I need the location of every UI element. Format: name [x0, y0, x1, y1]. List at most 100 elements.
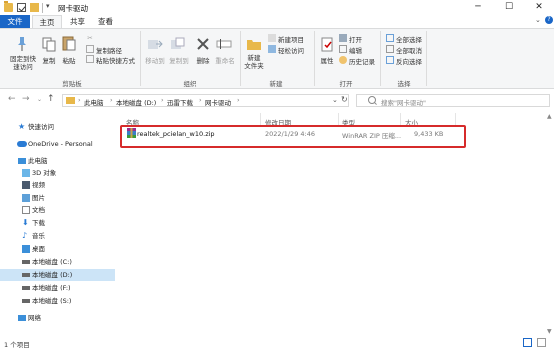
properties-button[interactable]: 属性 [318, 55, 336, 65]
sidebar-item-this-pc[interactable]: 此电脑 [0, 155, 115, 167]
open-icon [339, 34, 347, 42]
sidebar-item-disk-d[interactable]: 本地磁盘 (D:) [0, 269, 115, 281]
invert-selection-icon [386, 56, 394, 64]
sidebar-label: 视频 [32, 181, 45, 189]
document-icon [22, 206, 30, 214]
sidebar-label: 本地磁盘 (D:) [32, 271, 73, 279]
chevron-right-icon: › [237, 96, 240, 104]
sidebar-item-videos[interactable]: 视频 [0, 179, 115, 191]
paste-shortcut-button[interactable]: 粘贴快捷方式 [96, 55, 135, 65]
sidebar-item-music[interactable]: ♪ 音乐 [0, 230, 115, 242]
tab-view[interactable]: 查看 [98, 15, 113, 28]
new-item-icon [268, 34, 276, 42]
group-label-organize: 组织 [183, 80, 197, 88]
sidebar-item-network[interactable]: 网络 [0, 312, 115, 324]
video-icon [22, 181, 30, 189]
sidebar-item-pictures[interactable]: 图片 [0, 192, 115, 204]
sidebar-label: 3D 对象 [32, 169, 57, 177]
network-icon [18, 315, 26, 321]
select-none-icon [386, 45, 394, 53]
paste-shortcut-icon [86, 55, 94, 63]
details-view-icon[interactable] [523, 338, 532, 347]
divider [426, 31, 427, 86]
chevron-up-icon[interactable]: ▲ [547, 113, 552, 120]
refresh-icon[interactable]: ↻ [341, 95, 348, 104]
group-label-select: 选择 [397, 80, 411, 88]
chevron-right-icon: › [199, 96, 202, 104]
large-icons-view-icon[interactable] [537, 338, 546, 347]
sidebar-item-downloads[interactable]: ⬇ 下载 [0, 217, 115, 229]
delete-icon [197, 38, 209, 50]
file-name[interactable]: realtek_pcielan_w10.zip [137, 130, 215, 138]
sidebar-item-disk-c[interactable]: 本地磁盘 (C:) [0, 256, 115, 268]
forward-button[interactable]: → [22, 94, 30, 104]
maximize-button[interactable]: ☐ [494, 0, 524, 15]
properties-check-icon[interactable] [17, 3, 26, 12]
chevron-down-icon[interactable]: ▼ [547, 328, 552, 335]
breadcrumb-disk-d[interactable]: 本地磁盘 (D:) [116, 97, 156, 107]
select-none-button[interactable]: 全部取消 [396, 45, 422, 55]
file-date: 2022/1/29 4:46 [265, 130, 315, 138]
tab-share[interactable]: 共享 [70, 15, 85, 28]
chevron-down-icon[interactable]: ⌄ [535, 16, 541, 24]
sidebar-item-3d-objects[interactable]: 3D 对象 [0, 167, 115, 179]
breadcrumb-current[interactable]: 网卡驱动 [205, 97, 231, 107]
new-item-button[interactable]: 新建项目 [278, 34, 304, 44]
back-button[interactable]: ← [8, 94, 16, 104]
close-button[interactable]: ✕ [524, 0, 554, 15]
history-button[interactable]: 历史记录 [349, 56, 375, 66]
sidebar-item-onedrive[interactable]: OneDrive - Personal [0, 138, 115, 150]
easy-access-button[interactable]: 轻松访问 [278, 45, 304, 55]
sidebar-item-desktop[interactable]: 桌面 [0, 243, 115, 255]
folder-icon [66, 97, 75, 104]
move-to-button[interactable]: 移动到 [142, 55, 168, 65]
group-label-open: 打开 [339, 80, 353, 88]
scrollbar[interactable] [546, 113, 554, 336]
chevron-down-icon[interactable]: ▾ [46, 2, 50, 10]
select-all-button[interactable]: 全部选择 [396, 34, 422, 44]
rename-button[interactable]: 重命名 [213, 55, 237, 65]
open-button[interactable]: 打开 [349, 34, 362, 44]
window-title: 网卡驱动 [58, 4, 88, 13]
sidebar-label: 快速访问 [28, 123, 54, 131]
copy-to-button[interactable]: 复制到 [166, 55, 192, 65]
chevron-down-icon[interactable]: ⌄ [332, 96, 338, 104]
sidebar-label: 本地磁盘 (S:) [32, 297, 72, 305]
new-folder-icon[interactable] [30, 3, 39, 12]
rename-icon [216, 39, 232, 49]
chevron-down-icon[interactable]: ⌄ [37, 96, 42, 103]
invert-selection-button[interactable]: 反向选择 [396, 56, 422, 66]
sidebar-item-quick-access[interactable]: ★ 快速访问 [0, 121, 115, 133]
sidebar-label: 本地磁盘 (C:) [32, 258, 72, 266]
cloud-icon [17, 141, 27, 147]
tab-file[interactable]: 文件 [0, 15, 30, 28]
copy-button[interactable]: 复制 [40, 55, 58, 65]
delete-button[interactable]: 删除 [194, 55, 212, 65]
drive-icon [22, 299, 30, 303]
group-label-new: 新建 [269, 80, 283, 88]
download-icon: ⬇ [22, 218, 29, 227]
minimize-button[interactable]: ─ [463, 0, 493, 15]
sidebar-label: 网络 [28, 314, 41, 322]
sidebar-item-disk-s[interactable]: 本地磁盘 (S:) [0, 295, 115, 307]
edit-button[interactable]: 编辑 [349, 45, 362, 55]
breadcrumb-this-pc[interactable]: 此电脑 [84, 97, 104, 107]
paste-button[interactable]: 粘贴 [60, 55, 78, 65]
sidebar-item-disk-f[interactable]: 本地磁盘 (F:) [0, 282, 115, 294]
folder-icon [4, 1, 13, 12]
sidebar-item-documents[interactable]: 文档 [0, 204, 115, 216]
pin-quick-access-button[interactable]: 固定到快 速访问 [6, 55, 40, 71]
new-folder-button[interactable]: 新建 文件夹 [242, 54, 266, 70]
tab-home[interactable]: 主页 [32, 15, 62, 28]
pin-label: 固定到快 速访问 [10, 55, 36, 71]
new-folder-icon [247, 40, 261, 50]
winrar-zip-icon [127, 128, 136, 138]
help-icon[interactable]: ? [545, 16, 553, 24]
sidebar-label: OneDrive - Personal [28, 140, 93, 148]
scissors-icon[interactable]: ✂ [86, 34, 94, 42]
group-label-clipboard: 剪贴板 [62, 80, 82, 88]
chevron-right-icon: › [78, 96, 81, 104]
breadcrumb-xunlei[interactable]: 迅雷下载 [167, 97, 193, 107]
copy-path-button[interactable]: 复制路径 [96, 45, 122, 55]
up-button[interactable]: ↑ [47, 94, 55, 104]
